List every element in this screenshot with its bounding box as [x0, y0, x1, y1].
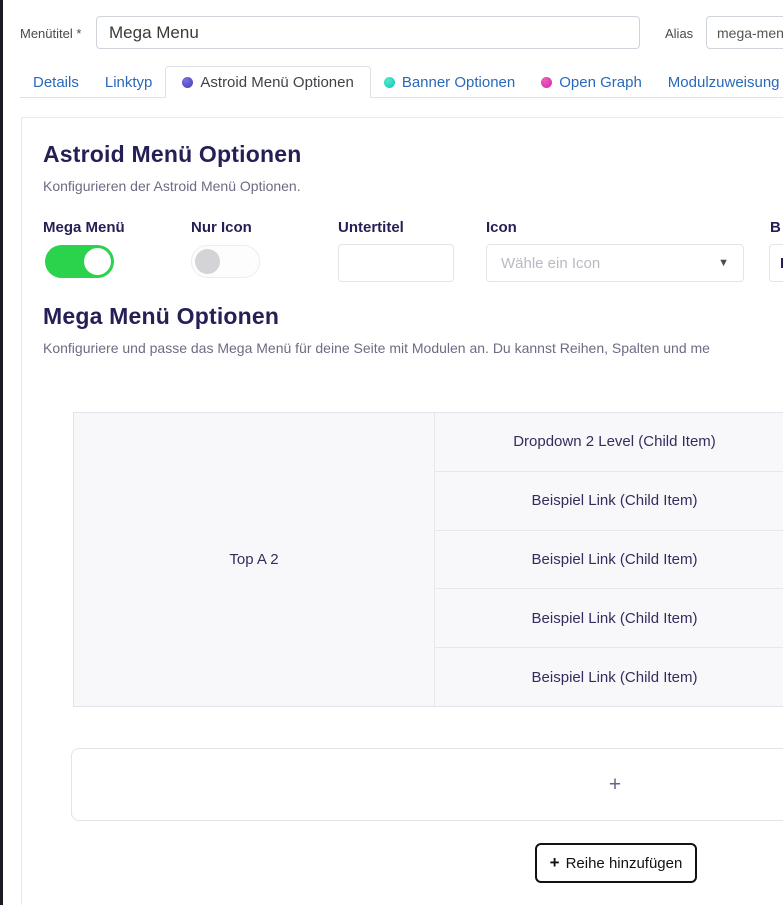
toggle-knob-icon	[195, 249, 220, 274]
icon-select[interactable]: Wähle ein Icon ▼	[486, 244, 744, 282]
alias-input[interactable]	[706, 16, 783, 49]
nur-icon-toggle-label: Nur Icon	[191, 219, 252, 236]
icon-select-placeholder: Wähle ein Icon	[501, 255, 600, 272]
clipped-field-input[interactable]: K	[769, 244, 783, 282]
tab-details-label: Details	[33, 74, 79, 91]
menutitle-input[interactable]	[96, 16, 640, 49]
child-item-row[interactable]: Dropdown 2 Level (Child Item)	[435, 413, 783, 472]
parent-item-label: Top A 2	[229, 551, 278, 568]
child-item-row[interactable]: Beispiel Link (Child Item)	[435, 472, 783, 531]
tab-banner-optionen[interactable]: Banner Optionen	[371, 66, 528, 98]
astroid-options-panel: Astroid Menü Optionen Konfigurieren der …	[21, 117, 783, 905]
tab-linktyp[interactable]: Linktyp	[92, 66, 166, 98]
add-row-button[interactable]: + Reihe hinzufügen	[535, 843, 697, 883]
tab-details[interactable]: Details	[20, 66, 92, 98]
tab-astroid-label: Astroid Menü Optionen	[200, 74, 353, 91]
tab-open-graph[interactable]: Open Graph	[528, 66, 655, 98]
untertitel-label: Untertitel	[338, 219, 404, 236]
menutitle-label: Menütitel *	[20, 26, 81, 41]
tab-modulzuweisung[interactable]: Modulzuweisung	[655, 66, 783, 98]
nur-icon-toggle[interactable]	[191, 245, 260, 278]
tab-banner-label: Banner Optionen	[402, 74, 515, 91]
mega-section-description: Konfiguriere und passe das Mega Menü für…	[43, 340, 710, 356]
open-graph-dot-icon	[541, 77, 552, 88]
tab-bar: Details Linktyp Astroid Menü Optionen Ba…	[20, 66, 783, 98]
alias-label: Alias	[665, 26, 693, 41]
astroid-section-title: Astroid Menü Optionen	[43, 141, 301, 168]
untertitel-input[interactable]	[338, 244, 454, 282]
clipped-field-label: B	[770, 219, 781, 236]
mega-menu-parent-cell[interactable]: Top A 2	[74, 413, 435, 706]
tab-open-graph-label: Open Graph	[559, 74, 642, 91]
child-item-row[interactable]: Beispiel Link (Child Item)	[435, 589, 783, 648]
chevron-down-icon: ▼	[718, 257, 729, 269]
tab-modulzuweisung-label: Modulzuweisung	[668, 74, 780, 91]
mega-menu-toggle-label: Mega Menü	[43, 219, 125, 236]
mega-menu-children-column: Dropdown 2 Level (Child Item) Beispiel L…	[435, 413, 783, 706]
mega-section-title: Mega Menü Optionen	[43, 303, 279, 330]
tab-linktyp-label: Linktyp	[105, 74, 153, 91]
mega-menu-grid: Top A 2 Dropdown 2 Level (Child Item) Be…	[73, 412, 783, 707]
astroid-dot-icon	[182, 77, 193, 88]
add-column-box[interactable]: +	[71, 748, 783, 821]
astroid-section-description: Konfigurieren der Astroid Menü Optionen.	[43, 178, 301, 194]
tab-astroid-menu-optionen[interactable]: Astroid Menü Optionen	[165, 66, 370, 98]
icon-label: Icon	[486, 219, 517, 236]
child-item-row[interactable]: Beispiel Link (Child Item)	[435, 531, 783, 590]
child-item-row[interactable]: Beispiel Link (Child Item)	[435, 648, 783, 706]
add-row-button-label: Reihe hinzufügen	[566, 855, 683, 872]
mega-menu-toggle[interactable]	[45, 245, 114, 278]
window-left-edge	[0, 0, 3, 905]
plus-icon: +	[550, 853, 560, 873]
banner-dot-icon	[384, 77, 395, 88]
plus-icon: +	[609, 773, 621, 797]
toggle-knob-icon	[84, 248, 111, 275]
